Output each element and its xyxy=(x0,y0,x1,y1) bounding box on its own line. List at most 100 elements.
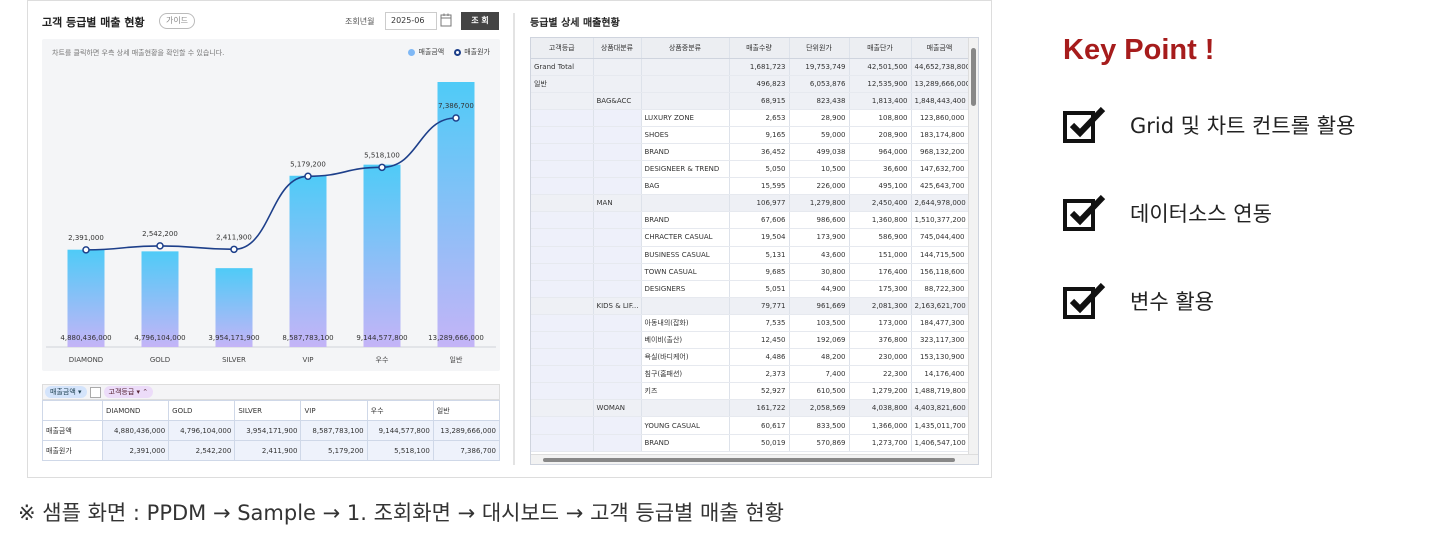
table-row[interactable]: 매출원가 2,391,000 2,542,200 2,411,900 5,179,200… xyxy=(42,440,501,461)
table-cell: 48,200 xyxy=(789,348,850,367)
key-point-text: Grid 및 차트 컨트롤 활용 xyxy=(1130,114,1356,138)
dimension-cell: DESIGNERS xyxy=(641,280,730,298)
column-header[interactable]: 상품중분류 xyxy=(641,38,730,59)
cost-point xyxy=(378,163,386,172)
table-cell: 13,289,666,000 xyxy=(911,75,969,93)
table-row[interactable]: BUSINESS CASUAL 5,131 43,600 151,000 144,715… xyxy=(531,246,969,264)
table-cell: 30,800 xyxy=(789,263,850,281)
table-cell: 12,450 xyxy=(729,331,790,350)
summary-pivot[interactable]: 매출금액 ▾ 고객등급 ▾ ⌃ Measures DIAMOND GOLD SILVE… xyxy=(42,384,501,461)
grade-column-header[interactable]: VIP xyxy=(300,400,368,421)
table-row[interactable]: TOWN CASUAL 9,685 30,800 176,400 156,118,600 xyxy=(531,263,969,281)
column-header[interactable]: 매출수량 xyxy=(729,38,790,59)
table-row[interactable]: BAG&ACC 68,915 823,438 1,813,400 1,848,443,4… xyxy=(531,92,969,110)
date-input[interactable]: 2025-06 xyxy=(385,12,437,30)
bar-value-label: 9,144,577,800 xyxy=(356,334,407,342)
dimension-cell xyxy=(531,434,594,452)
dimension-cell: BRAND xyxy=(641,211,730,230)
column-header[interactable]: 단위원가 xyxy=(789,38,850,59)
dimension-cell xyxy=(641,92,730,110)
table-cell: 79,771 xyxy=(729,297,790,315)
calendar-icon[interactable] xyxy=(440,13,452,27)
column-header[interactable]: 상품대분류 xyxy=(593,38,642,59)
dimension-cell xyxy=(531,263,594,281)
table-row[interactable]: BAG 15,595 226,000 495,100 425,643,700 xyxy=(531,177,969,196)
table-cell: 1,813,400 xyxy=(849,92,912,110)
vertical-scroll-thumb[interactable] xyxy=(971,48,976,106)
table-row[interactable]: YOUNG CASUAL 60,617 833,500 1,366,000 1,435,… xyxy=(531,416,969,435)
dimension-cell: LUXURY ZONE xyxy=(641,109,730,127)
grade-column-header[interactable]: DIAMOND xyxy=(101,400,170,421)
guide-button[interactable]: 가이드 xyxy=(159,13,195,29)
checkbox-icon xyxy=(1063,107,1106,143)
dimension-cell xyxy=(641,399,730,418)
sales-chart[interactable]: 차트를 클릭하면 우측 상세 매출현황을 확인할 수 있습니다. 매출금액 매출… xyxy=(42,39,500,371)
dimension-cell xyxy=(593,126,642,144)
table-cell: 67,606 xyxy=(729,211,790,230)
dimension-cell xyxy=(531,348,594,367)
chip-grade[interactable]: 고객등급 ▾ ⌃ xyxy=(103,386,154,398)
grade-column-header[interactable]: 일반 xyxy=(432,400,501,421)
table-cell: 7,386,700 xyxy=(432,440,501,461)
table-row[interactable]: BRAND 50,019 570,869 1,273,700 1,406,547,100 xyxy=(531,434,969,452)
right-panel-title: 등급별 상세 매출현황 xyxy=(530,18,620,29)
table-cell: 2,411,900 xyxy=(234,440,302,461)
panel-divider xyxy=(513,13,515,465)
grade-column-header[interactable]: GOLD xyxy=(168,400,236,421)
table-row[interactable]: BRAND 36,452 499,038 964,000 968,132,200 xyxy=(531,143,969,162)
vertical-scrollbar[interactable] xyxy=(968,38,978,464)
horizontal-scrollbar[interactable] xyxy=(531,454,978,464)
category-label: GOLD xyxy=(150,356,170,364)
table-row[interactable]: WOMAN 161,722 2,058,569 4,038,800 4,403,821,… xyxy=(531,399,969,418)
horizontal-scroll-thumb[interactable] xyxy=(543,458,955,462)
table-row[interactable]: MAN 106,977 1,279,800 2,450,400 2,644,978,00… xyxy=(531,194,969,213)
table-row[interactable]: 아동내의(잡화) 7,535 103,500 173,000 184,477,300 xyxy=(531,314,969,333)
detail-header-row: 고객등급 상품대분류 상품중분류 매출수량 단위원가 매출단가 매출금액 xyxy=(531,38,969,59)
category-label: VIP xyxy=(302,356,313,364)
table-row[interactable]: DESIGNEER & TREND 5,050 10,500 36,600 147,63… xyxy=(531,160,969,179)
table-cell: 176,400 xyxy=(849,263,912,281)
table-row[interactable]: CHRACTER CASUAL 19,504 173,900 586,900 745,0… xyxy=(531,228,969,247)
table-cell: 44,900 xyxy=(789,280,850,298)
dimension-cell: YOUNG CASUAL xyxy=(641,416,730,435)
chart-canvas[interactable]: 4,880,436,000 DIAMOND 4,796,104,000 GOLD 3,9… xyxy=(42,39,500,371)
detail-pivot-grid[interactable]: 고객등급 상품대분류 상품중분류 매출수량 단위원가 매출단가 매출금액 Grand Tota… xyxy=(530,37,979,465)
table-row[interactable]: 침구(홈패션) 2,373 7,400 22,300 14,176,400 xyxy=(531,365,969,384)
grid-toggle-icon[interactable] xyxy=(89,386,101,398)
dimension-cell: SHOES xyxy=(641,126,730,144)
table-row[interactable]: 매출금액 4,880,436,000 4,796,104,000 3,954,171,… xyxy=(42,420,501,441)
table-row[interactable]: 욕실(바디케어) 4,486 48,200 230,000 153,130,900 xyxy=(531,348,969,367)
table-cell: 8,587,783,100 xyxy=(300,420,368,441)
bar-value-label: 4,880,436,000 xyxy=(60,334,111,342)
table-cell: 1,510,377,200 xyxy=(911,211,969,230)
table-row[interactable]: 베이비(출산) 12,450 192,069 376,800 323,117,300 xyxy=(531,331,969,350)
chip-measure[interactable]: 매출금액 ▾ xyxy=(45,386,87,398)
table-row[interactable]: LUXURY ZONE 2,653 28,900 108,800 123,860,000 xyxy=(531,109,969,127)
dimension-cell xyxy=(641,58,730,76)
grade-column-header[interactable]: 우수 xyxy=(366,400,434,421)
table-cell: 13,289,666,000 xyxy=(432,420,501,441)
table-cell: 425,643,700 xyxy=(911,177,969,196)
grade-column-header[interactable]: SILVER xyxy=(234,400,302,421)
table-cell: 4,880,436,000 xyxy=(101,420,170,441)
column-header[interactable]: 매출단가 xyxy=(849,38,912,59)
cost-point xyxy=(230,245,238,254)
left-panel-title: 고객 등급별 매출 현황 xyxy=(42,16,145,29)
table-row[interactable]: 일반 496,823 6,053,876 12,535,900 13,289,666,0… xyxy=(531,75,969,93)
table-cell: 5,051 xyxy=(729,280,790,298)
table-row[interactable]: DESIGNERS 5,051 44,900 175,300 88,722,300 xyxy=(531,280,969,298)
table-row[interactable]: Grand Total 1,681,723 19,753,749 42,501,500… xyxy=(531,58,969,76)
table-row[interactable]: KIDS & LIF... 79,771 961,669 2,081,300 2,163… xyxy=(531,297,969,315)
search-button[interactable]: 조 회 xyxy=(461,12,499,30)
table-row[interactable]: 키즈 52,927 610,500 1,279,200 1,488,719,800 xyxy=(531,382,969,401)
column-header[interactable]: 고객등급 xyxy=(531,38,594,59)
table-row[interactable]: BRAND 67,606 986,600 1,360,800 1,510,377,200 xyxy=(531,211,969,230)
table-cell: 986,600 xyxy=(789,211,850,230)
column-header[interactable]: 매출금액 xyxy=(911,38,969,59)
dimension-cell: 일반 xyxy=(531,75,594,93)
table-cell: 59,000 xyxy=(789,126,850,144)
table-cell: 1,273,700 xyxy=(849,434,912,452)
cost-value-label: 2,542,200 xyxy=(142,230,178,238)
measures-header[interactable]: Measures xyxy=(42,400,103,421)
table-row[interactable]: SHOES 9,165 59,000 208,900 183,174,800 xyxy=(531,126,969,144)
